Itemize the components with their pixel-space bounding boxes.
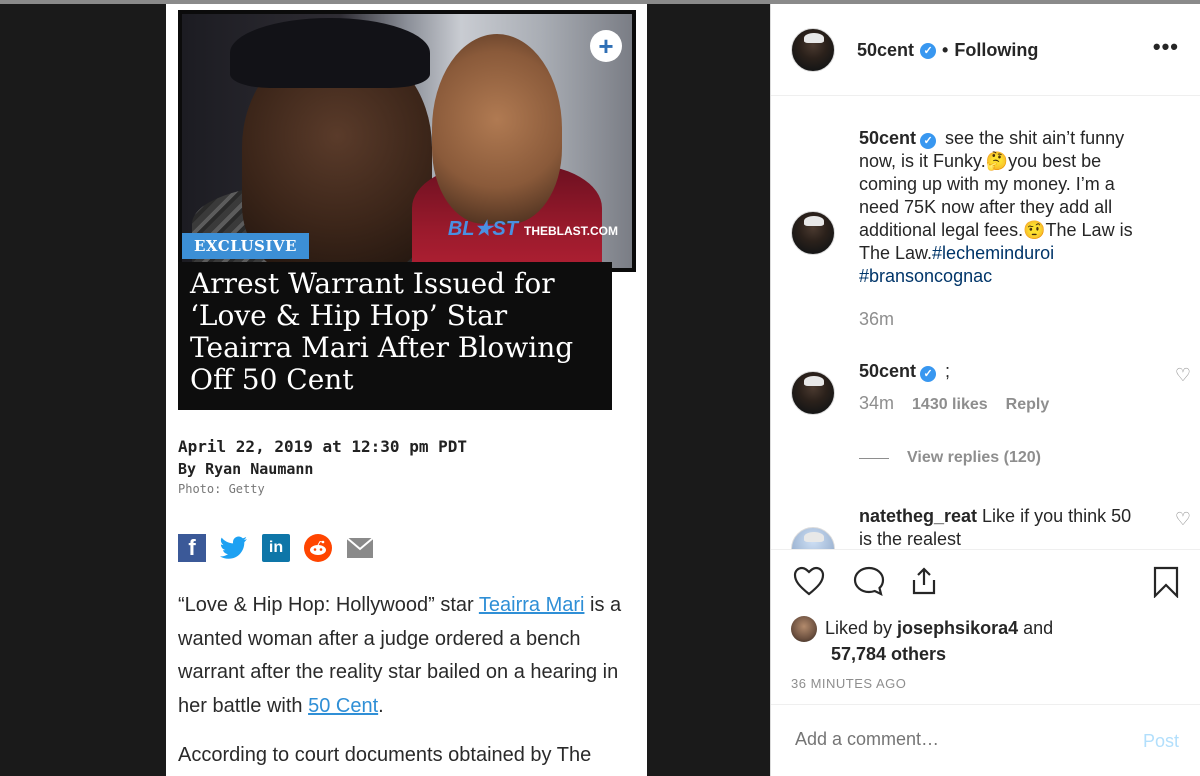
liker-avatar[interactable] xyxy=(791,616,817,643)
separator-dot: • xyxy=(942,40,949,60)
add-comment-bar: Post xyxy=(771,704,1200,776)
share-upload-icon[interactable] xyxy=(909,566,939,602)
caption-meta: 36m xyxy=(859,309,894,330)
linkedin-icon: in xyxy=(262,534,290,562)
view-replies-label: View replies (120) xyxy=(907,449,1041,466)
like-comment-heart-icon[interactable]: ♡ xyxy=(1175,509,1191,530)
username-link[interactable]: 50cent xyxy=(859,128,916,148)
50-cent-link: 50 Cent xyxy=(308,694,379,717)
comment-likes[interactable]: 1430 likes xyxy=(912,396,988,414)
following-button[interactable]: Following xyxy=(954,40,1038,61)
reddit-icon xyxy=(304,534,332,562)
comment-bubble-icon[interactable] xyxy=(853,566,885,602)
theblast-site-text: THEBLAST.COM xyxy=(524,224,618,238)
likes-count-link[interactable]: 57,784 others xyxy=(791,644,946,664)
avatar[interactable] xyxy=(791,371,835,415)
username-link[interactable]: natetheg_reat xyxy=(859,506,977,526)
article-body: “Love & Hip Hop: Hollywood” star Teairra… xyxy=(178,589,638,773)
blast-logo-text: BL★ST xyxy=(447,218,518,240)
like-heart-icon[interactable] xyxy=(793,566,825,602)
article-byline: By Ryan Naumann xyxy=(178,460,314,478)
like-comment-heart-icon[interactable]: ♡ xyxy=(1175,365,1191,386)
caption-text: 50cent ✓ see the shit ain’t funny now, is… xyxy=(859,127,1149,288)
verified-badge-icon: ✓ xyxy=(920,366,937,382)
liker-username-link[interactable]: josephsikora4 xyxy=(897,618,1018,638)
liked-by-summary: Liked by josephsikora4 and 57,784 others xyxy=(791,616,1191,667)
mail-icon xyxy=(346,534,374,562)
username-link[interactable]: 50cent xyxy=(857,40,914,61)
post-sidebar: 50cent ✓ • Following ••• 50cent ✓ see the… xyxy=(770,4,1200,776)
exclusive-tag: EXCLUSIVE xyxy=(182,233,309,259)
article-paragraph: “Love & Hip Hop: Hollywood” star Teairra… xyxy=(178,589,638,723)
reply-button[interactable]: Reply xyxy=(1006,396,1050,414)
comment-text: natetheg_reat Like if you think 50 is th… xyxy=(859,505,1149,549)
article-paragraph: According to court documents obtained by… xyxy=(178,744,592,766)
verified-badge-icon: ✓ xyxy=(920,133,937,149)
share-icons: f in xyxy=(178,534,374,562)
more-options-icon[interactable]: ••• xyxy=(1153,34,1179,60)
post-media[interactable]: + BL★ST THEBLAST.COM EXCLUSIVE Arrest Wa… xyxy=(166,4,647,776)
comment-body: ; xyxy=(940,361,951,381)
post-header: 50cent ✓ • Following ••• xyxy=(771,4,1200,96)
view-replies-button[interactable]: View replies (120) xyxy=(859,449,1041,467)
paragraph-text: . xyxy=(378,694,384,717)
twitter-icon xyxy=(220,534,248,562)
post-author: 50cent ✓ • Following xyxy=(857,40,1038,61)
comment-text: 50cent ✓ ; xyxy=(859,360,1149,383)
post-timestamp[interactable]: 36 MINUTES AGO xyxy=(791,676,906,691)
replies-divider xyxy=(859,457,889,459)
comment-time[interactable]: 36m xyxy=(859,309,894,330)
teairra-mari-link: Teairra Mari xyxy=(478,594,585,616)
liked-by-prefix: Liked by xyxy=(825,618,898,638)
hero-man-cap xyxy=(230,18,430,88)
comment-meta: 34m 1430 likes Reply xyxy=(859,393,1049,414)
username-link[interactable]: 50cent xyxy=(859,361,916,381)
comments-list[interactable]: 50cent ✓ see the shit ain’t funny now, is… xyxy=(771,97,1200,549)
facebook-icon: f xyxy=(178,534,206,562)
paragraph-text: “Love & Hip Hop: Hollywood” star xyxy=(178,594,479,616)
verified-badge-icon: ✓ xyxy=(920,42,937,59)
comment-input[interactable] xyxy=(795,729,1115,750)
liked-by-and: and xyxy=(1018,618,1054,638)
comment-time[interactable]: 34m xyxy=(859,393,894,414)
avatar[interactable] xyxy=(791,527,835,549)
article-headline: Arrest Warrant Issued for ‘Love & Hip Ho… xyxy=(190,267,574,396)
plus-icon: + xyxy=(590,30,622,62)
bookmark-icon[interactable] xyxy=(1153,566,1179,604)
theblast-logo: BL★ST THEBLAST.COM xyxy=(448,216,618,241)
article-meta: April 22, 2019 at 12:30 pm PDT By Ryan N… xyxy=(178,437,467,496)
photo-credit: Photo: Getty xyxy=(178,482,265,496)
article-date: April 22, 2019 at 12:30 pm PDT xyxy=(178,437,467,456)
hero-woman-face xyxy=(432,34,562,224)
post-actions: Liked by josephsikora4 and 57,784 others xyxy=(771,549,1200,669)
post-comment-button[interactable]: Post xyxy=(1143,731,1179,752)
avatar[interactable] xyxy=(791,211,835,255)
avatar[interactable] xyxy=(791,28,835,72)
